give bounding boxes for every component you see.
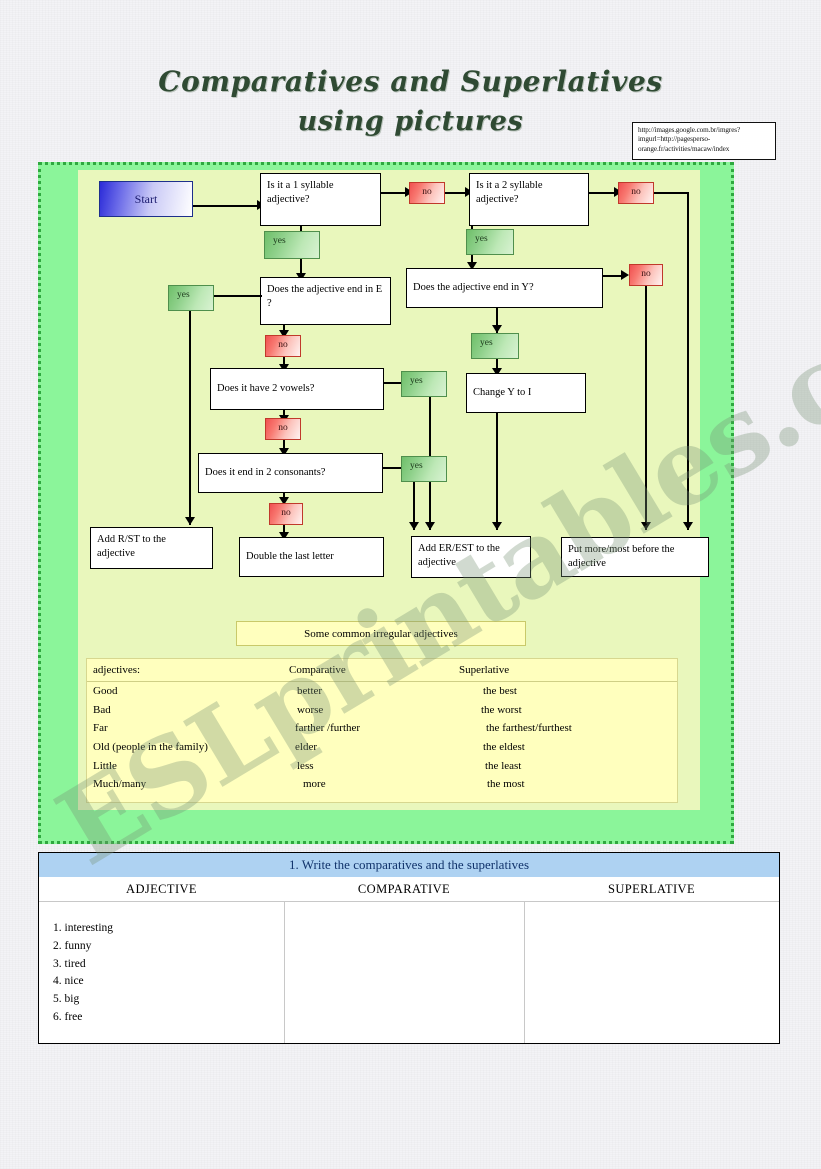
flow-node-q1: Is it a 1 syllable adjective? [260,173,381,226]
column-header-superlative: SUPERLATIVE [607,881,696,896]
flow-label-yes-4: yes [471,333,519,359]
worksheet-page: Comparatives and Superlatives using pict… [0,0,821,1169]
flow-node-add-rst: Add R/ST to the adjective [90,527,213,569]
table-row: Much/many more the most [87,775,677,794]
cell-superlative: the farthest/furthest [486,722,572,735]
header-comparative: Comparative [289,664,346,676]
cell-comparative: farther /further [295,722,361,735]
flow-label-yes-3: yes [168,285,214,311]
table-row: Old (people in the family) elder the eld… [87,738,677,757]
list-item: 3. tired [53,957,86,970]
cell-comparative: more [303,778,326,791]
cell-superlative: the best [483,685,517,698]
irregular-adjectives-table: adjectives: Comparative Superlative Good… [86,658,678,803]
flow-label-no-2: no [618,182,654,204]
flow-label-no-1: no [409,182,445,204]
exercise-superlative-column[interactable] [524,902,779,1043]
list-item: 1. interesting [53,922,114,934]
cell-superlative: the most [487,778,525,791]
cell-superlative: the least [485,759,522,772]
exercise-comparative-column[interactable] [284,902,524,1043]
header-adjectives: adjectives: [93,664,141,676]
flow-label-no-6: no [269,503,303,525]
cell-adjective: Bad [93,703,111,716]
flow-node-q3: Does the adjective end in E ? [260,277,391,325]
cell-adjective: Much/many [93,778,147,791]
table-row: Far farther /further the farthest/furthe… [87,719,677,738]
flow-label-no-4: no [629,264,663,286]
flow-node-q6: Does it end in 2 consonants? [198,453,383,493]
header-superlative: Superlative [459,664,510,676]
flow-node-q4: Does the adjective end in Y? [406,268,603,308]
table-row: Little less the least [87,756,677,775]
table-row: Bad worse the worst [87,701,677,720]
column-header-adjective: ADJECTIVE [126,881,197,896]
title-line-1: Comparatives and Superlatives [158,65,663,98]
list-item: 5. big [53,993,80,1006]
flow-node-add-erest: Add ER/EST to the adjective [411,536,531,578]
flowchart-panel: ESLprintables.com Start Is it a 1 syllab… [37,162,821,889]
flow-label-yes-6: yes [401,456,447,482]
cell-adjective: Far [93,722,108,735]
cell-superlative: the worst [481,703,522,716]
cell-comparative: less [297,759,314,772]
cell-comparative: worse [297,703,324,716]
exercise-body: 1. interesting 2. funny 3. tired 4. nice… [39,902,779,1043]
flow-label-yes-2: yes [466,229,514,255]
list-item: 6. free [53,1010,83,1023]
flow-label-no-3: no [265,335,301,357]
exercise-title: 1. Write the comparatives and the superl… [39,853,779,877]
irregular-adjectives-banner: Some common irregular adjectives [236,621,526,646]
cell-adjective: Good [93,685,118,698]
flow-node-more-most: Put more/most before the adjective [561,537,709,577]
list-item: 2. funny [53,939,92,952]
exercise-section: 1. Write the comparatives and the superl… [38,852,780,1044]
flow-node-q5: Does it have 2 vowels? [210,368,384,410]
flow-label-yes-5: yes [401,371,447,397]
cell-adjective: Old (people in the family) [93,741,208,754]
table-header-row: adjectives: Comparative Superlative [87,659,677,682]
column-header-comparative: COMPARATIVE [357,881,451,896]
cell-adjective: Little [93,759,117,772]
source-url-note: http://images.google.com.br/imgres?imgur… [632,122,776,160]
cell-comparative: better [297,685,323,698]
table-row: Good better the best [87,682,677,701]
flow-node-change-y: Change Y to I [466,373,586,413]
flow-node-start: Start [99,181,193,217]
flow-node-q2: Is it a 2 syllable adjective? [469,173,589,226]
flow-label-yes-1: yes [264,231,320,259]
exercise-adjective-column: 1. interesting 2. funny 3. tired 4. nice… [39,902,284,1043]
cell-superlative: the eldest [483,741,525,754]
flow-label-no-5: no [265,418,301,440]
list-item: 4. nice [53,975,84,988]
flow-node-double-letter: Double the last letter [239,537,384,577]
cell-comparative: elder [295,741,317,754]
exercise-column-headers: ADJECTIVE COMPARATIVE SUPERLATIVE [39,877,779,902]
